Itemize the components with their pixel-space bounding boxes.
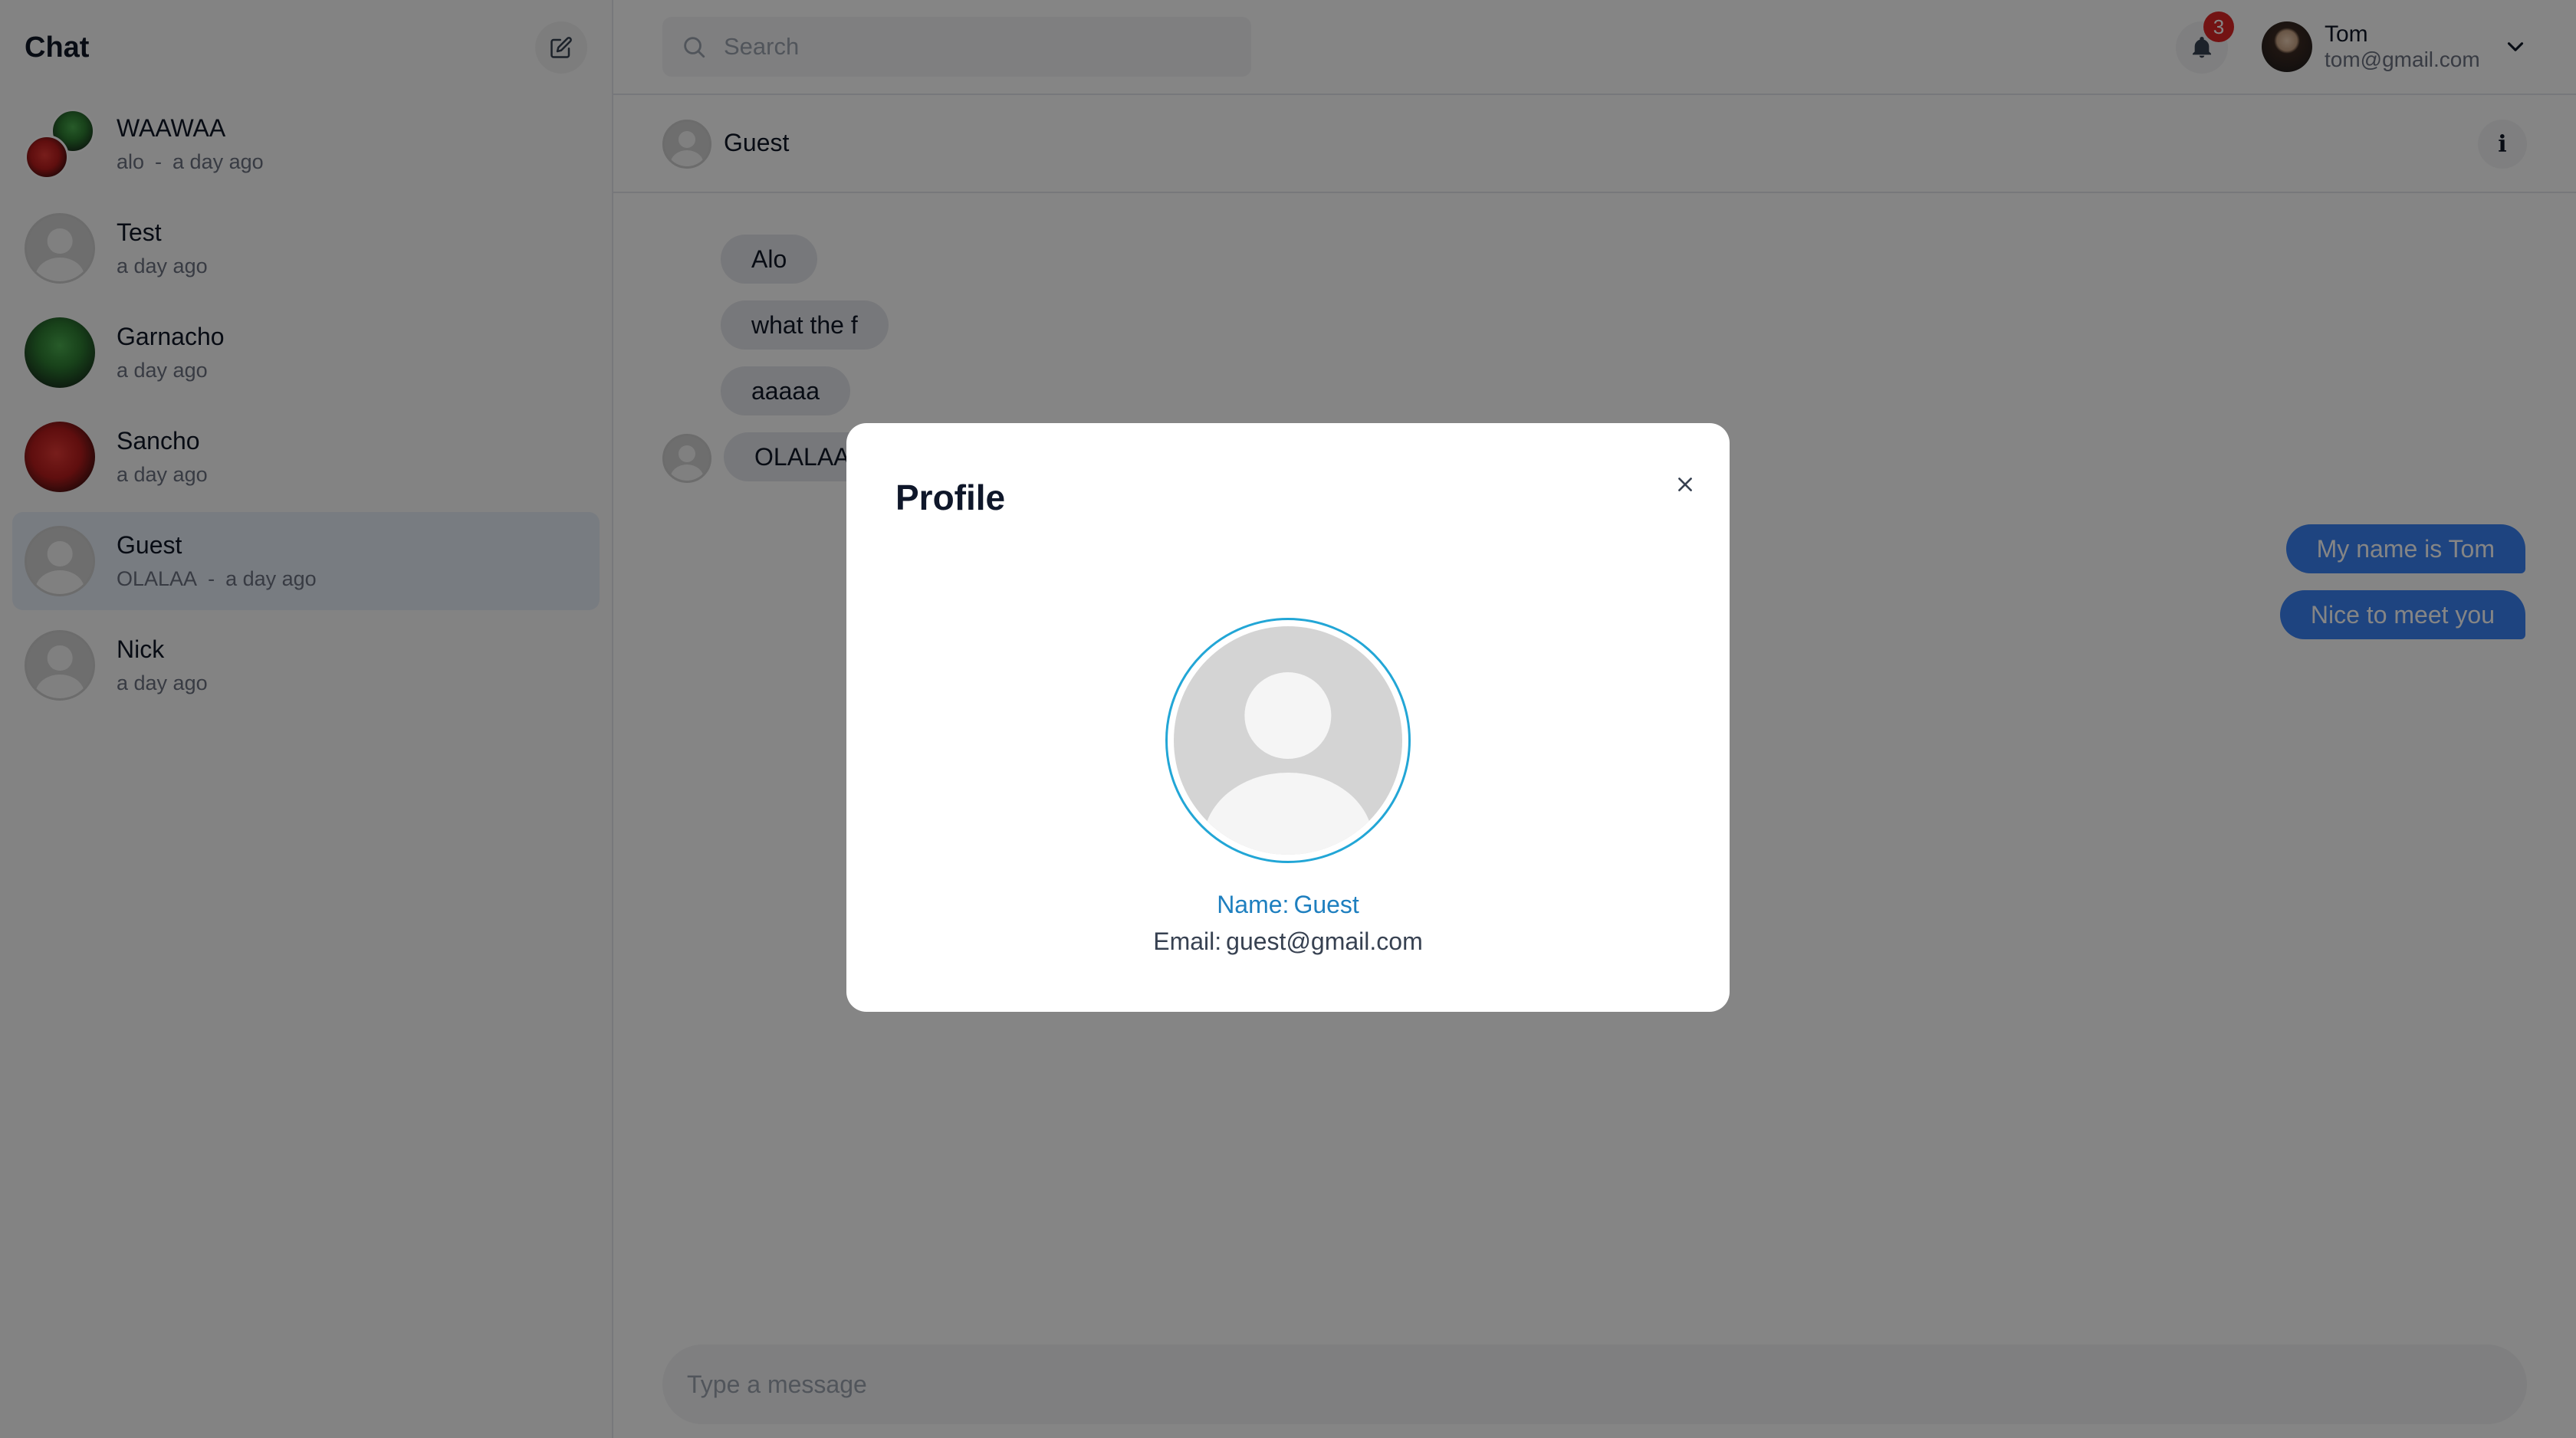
profile-modal: Profile Name: Guest Email: guest@gmail.com (846, 423, 1730, 1012)
profile-name-label: Name: (1217, 891, 1290, 918)
profile-email-label: Email: (1153, 927, 1222, 955)
profile-email-value: guest@gmail.com (1226, 927, 1423, 955)
close-button[interactable] (1662, 461, 1708, 507)
profile-avatar (1165, 618, 1411, 863)
close-icon (1678, 478, 1692, 491)
profile-name-value: Guest (1293, 891, 1359, 918)
default-user-icon (1174, 626, 1402, 855)
modal-title: Profile (895, 478, 1006, 517)
profile-name: Name: Guest (846, 891, 1730, 919)
profile-email: Email: guest@gmail.com (846, 927, 1730, 956)
